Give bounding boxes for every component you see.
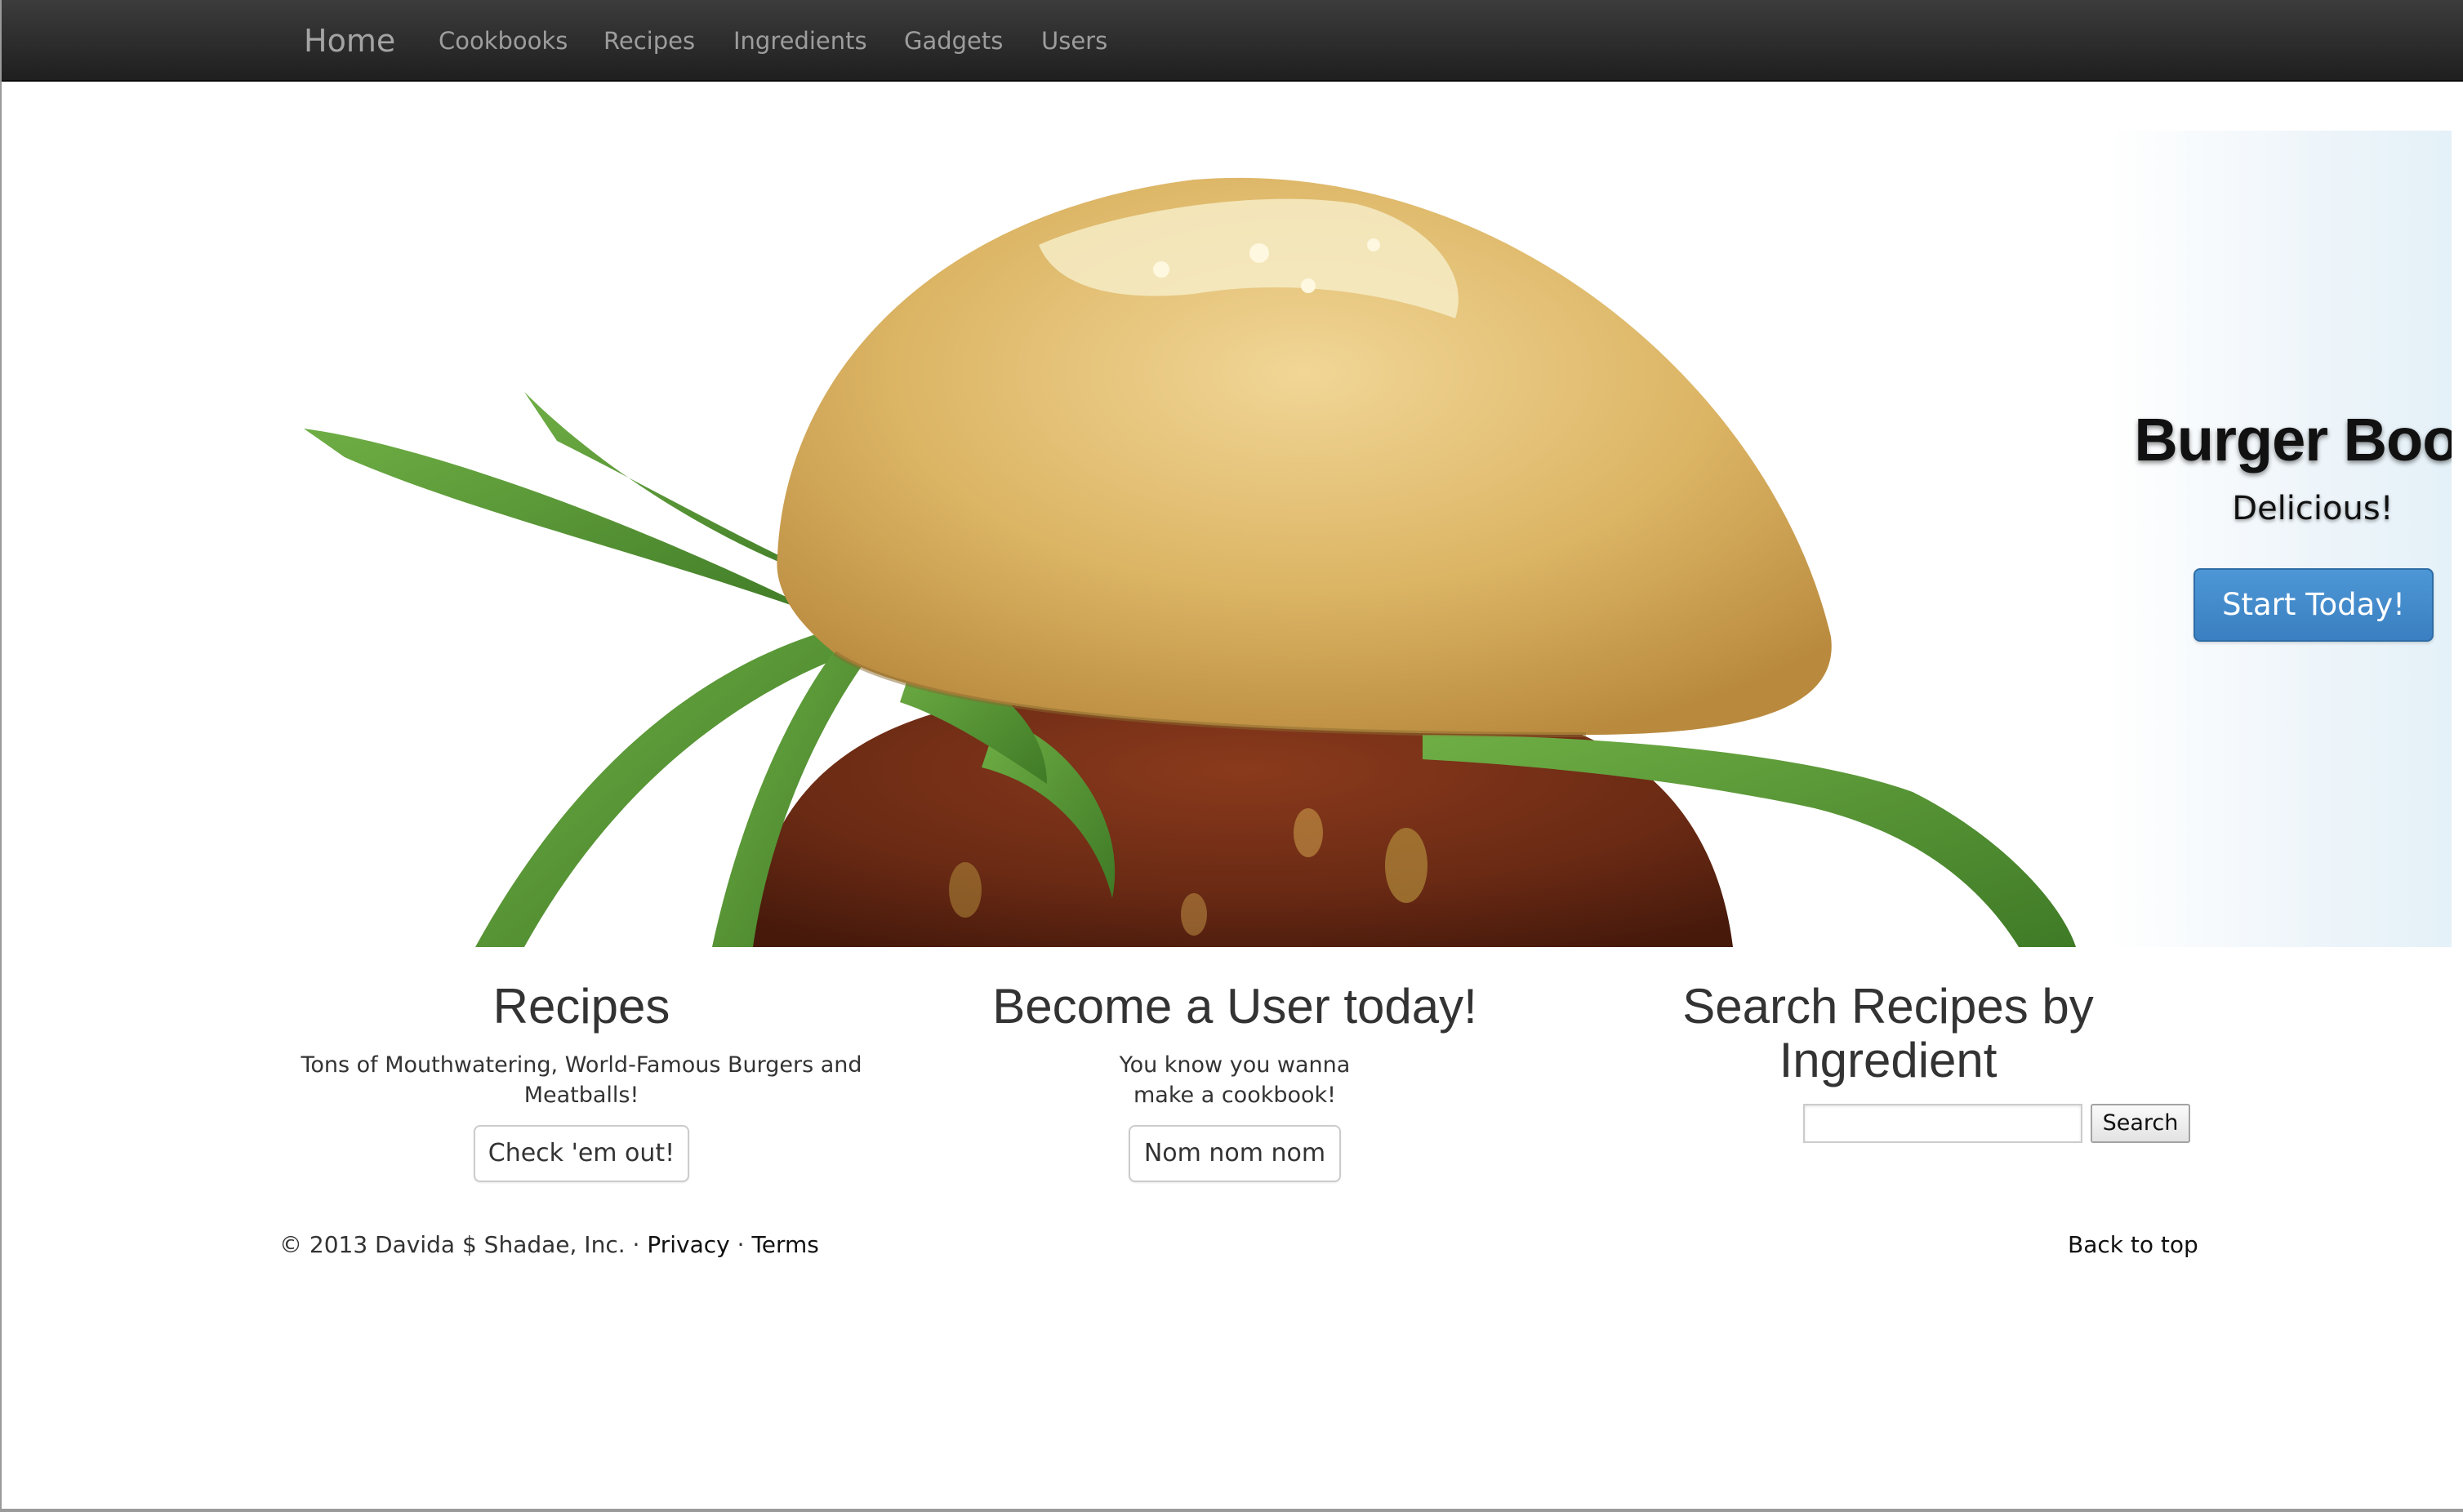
become-user-description: You know you wanna make a cookbook! bbox=[1119, 1052, 1351, 1108]
top-navbar: Home Cookbooks Recipes Ingredients Gadge… bbox=[2, 0, 2463, 82]
hero-title: Burger Book bbox=[2134, 406, 2452, 474]
footer-copyright: © 2013 Davida $ Shadae, Inc. · Privacy ·… bbox=[279, 1231, 819, 1258]
become-user-heading: Become a User today! bbox=[992, 979, 1477, 1034]
search-button[interactable]: Search bbox=[2091, 1104, 2190, 1143]
back-to-top-link[interactable]: Back to top bbox=[2068, 1231, 2198, 1258]
recipes-description: Tons of Mouthwatering, World-Famous Burg… bbox=[301, 1052, 862, 1108]
privacy-link[interactable]: Privacy bbox=[647, 1231, 729, 1258]
burger-hero-image bbox=[304, 177, 2076, 947]
terms-link[interactable]: Terms bbox=[751, 1231, 818, 1258]
footer-separator: · bbox=[737, 1231, 745, 1258]
start-today-button[interactable]: Start Today! bbox=[2194, 568, 2434, 642]
check-em-out-button[interactable]: Check 'em out! bbox=[474, 1125, 689, 1182]
search-recipes-heading: Search Recipes by Ingredient bbox=[1682, 979, 2094, 1087]
recipes-heading: Recipes bbox=[492, 979, 670, 1034]
nom-nom-nom-button[interactable]: Nom nom nom bbox=[1129, 1125, 1341, 1182]
browser-page: Home Cookbooks Recipes Ingredients Gadge… bbox=[0, 0, 2463, 1512]
hero-carousel: Burger Book Delicious! Start Today! bbox=[34, 131, 2452, 947]
nav-item-gadgets[interactable]: Gadgets bbox=[904, 0, 1003, 82]
nav-item-recipes[interactable]: Recipes bbox=[604, 0, 695, 82]
nav-item-cookbooks[interactable]: Cookbooks bbox=[439, 0, 568, 82]
copyright-text: © 2013 Davida $ Shadae, Inc. · bbox=[279, 1231, 640, 1258]
ingredient-search-input[interactable] bbox=[1803, 1104, 2082, 1143]
nav-item-users[interactable]: Users bbox=[1041, 0, 1107, 82]
nav-item-ingredients[interactable]: Ingredients bbox=[733, 0, 867, 82]
nav-home-link[interactable]: Home bbox=[304, 0, 395, 82]
hero-subtitle: Delicious! bbox=[2232, 490, 2394, 527]
